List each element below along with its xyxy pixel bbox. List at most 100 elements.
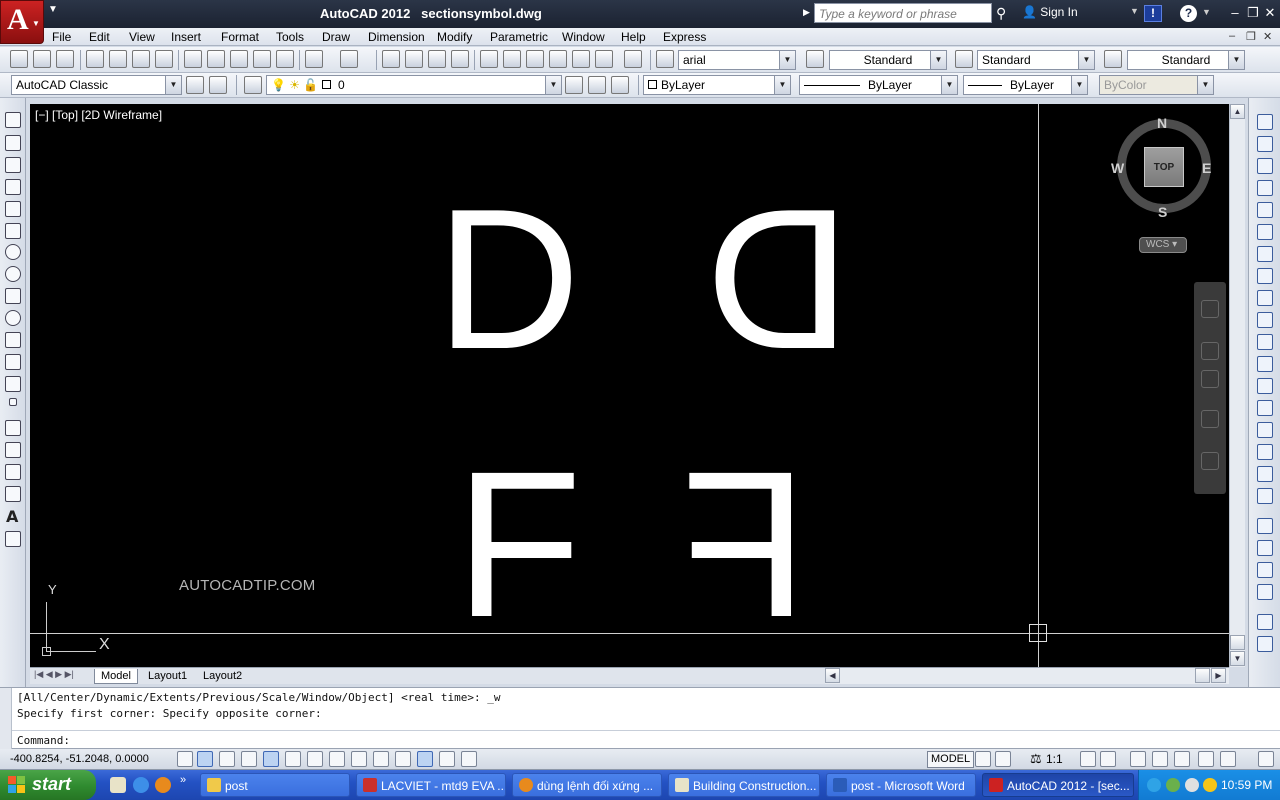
copy-icon[interactable]	[207, 50, 225, 68]
grid-display-icon[interactable]	[219, 751, 235, 767]
text-style-font-select[interactable]: arial ▼	[678, 50, 796, 70]
menu-window[interactable]: Window	[562, 30, 605, 44]
scroll-thumb-horizontal[interactable]	[1195, 668, 1210, 683]
extend-icon[interactable]	[1257, 334, 1273, 350]
redo-icon[interactable]	[340, 50, 358, 68]
new-icon[interactable]	[10, 50, 28, 68]
doc-restore-icon[interactable]: ❐	[1246, 30, 1256, 43]
scroll-down-icon[interactable]: ▼	[1230, 651, 1245, 666]
command-input[interactable]: Command:	[12, 730, 1280, 749]
line-icon[interactable]	[5, 112, 21, 128]
model-space-button[interactable]: MODEL	[927, 751, 975, 768]
orbit-icon[interactable]	[1201, 410, 1219, 428]
annotation-scale[interactable]: 1:1	[1046, 752, 1063, 766]
tab-model[interactable]: Model	[94, 669, 138, 684]
command-window-grip[interactable]	[0, 688, 12, 750]
clean-screen-icon[interactable]	[1258, 751, 1274, 767]
menu-dimension[interactable]: Dimension	[368, 30, 425, 44]
info-center-button[interactable]: !	[1144, 5, 1162, 22]
workspace-select[interactable]: AutoCAD Classic ▼	[11, 75, 182, 95]
object-snap-tracking-icon[interactable]	[329, 751, 345, 767]
text-style-select[interactable]: Standard ▼	[829, 50, 947, 70]
task-post-folder[interactable]: post	[200, 773, 350, 797]
make-current-layer-icon[interactable]	[565, 76, 583, 94]
search-input[interactable]: Type a keyword or phrase	[814, 3, 992, 23]
text-object-f[interactable]: F	[455, 441, 582, 649]
hardware-acceleration-icon[interactable]	[1174, 751, 1190, 767]
copy-object-icon[interactable]	[1257, 136, 1273, 152]
layer-select[interactable]: 💡 ☀ 🔓 0 ▼	[266, 75, 562, 95]
viewcube-top-face[interactable]: TOP	[1144, 147, 1184, 187]
toolbar-lock-icon[interactable]	[1152, 751, 1168, 767]
zoom-window-icon[interactable]	[428, 50, 446, 68]
internet-explorer-icon[interactable]	[133, 777, 149, 793]
annotation-visibility-icon[interactable]	[1080, 751, 1096, 767]
dimension-style-icon[interactable]	[806, 50, 824, 68]
help-icon[interactable]	[624, 50, 642, 68]
network-icon[interactable]	[1166, 778, 1180, 792]
firefox-quicklaunch-icon[interactable]	[155, 777, 171, 793]
chamfer-icon[interactable]	[1257, 422, 1273, 438]
design-center-icon[interactable]	[503, 50, 521, 68]
stretch-icon[interactable]	[1257, 290, 1273, 306]
transparency-icon[interactable]	[417, 751, 433, 767]
help-button[interactable]: ?	[1180, 5, 1197, 22]
properties-icon[interactable]	[480, 50, 498, 68]
infer-constraints-icon[interactable]	[177, 751, 193, 767]
spline-icon[interactable]	[5, 288, 21, 304]
color-select[interactable]: ByLayer ▼	[643, 75, 791, 95]
wcs-menu[interactable]: WCS ▾	[1139, 237, 1187, 253]
showmotion-icon[interactable]	[1201, 452, 1219, 470]
region-icon[interactable]	[5, 464, 21, 480]
task-firefox[interactable]: dùng lệnh đối xứng ...	[512, 773, 662, 797]
doc-close-icon[interactable]: ✕	[1263, 30, 1272, 43]
menu-draw[interactable]: Draw	[322, 30, 350, 44]
cursor-coordinates[interactable]: -400.8254, -51.2048, 0.0000	[10, 753, 149, 765]
minimize-icon[interactable]: –	[1228, 5, 1242, 20]
menu-insert[interactable]: Insert	[171, 30, 201, 44]
plot-preview-icon[interactable]	[109, 50, 127, 68]
edit-block-icon[interactable]	[1257, 636, 1273, 652]
scroll-up-icon[interactable]: ▲	[1230, 104, 1245, 119]
table-style-icon[interactable]	[955, 50, 973, 68]
pan-hand-icon[interactable]	[1201, 342, 1219, 360]
paste-icon[interactable]	[230, 50, 248, 68]
zoom-realtime-icon[interactable]	[405, 50, 423, 68]
sign-in-button[interactable]: 👤 Sign In	[1022, 5, 1078, 19]
viewport-controls-label[interactable]: [−] [Top] [2D Wireframe]	[35, 108, 162, 122]
volume-icon[interactable]	[1185, 778, 1199, 792]
menu-format[interactable]: Format	[221, 30, 259, 44]
quick-view-layouts-icon[interactable]	[975, 751, 991, 767]
linetype-select[interactable]: ByLayer ▼	[799, 75, 958, 95]
text-object-d[interactable]: D	[436, 180, 580, 380]
rotate-icon[interactable]	[1257, 246, 1273, 262]
dimension-style-select[interactable]: Standard ▼	[977, 50, 1095, 70]
more-quicklaunch-icon[interactable]: »	[180, 774, 186, 786]
close-icon[interactable]: ✕	[1263, 5, 1277, 21]
ellipse-arc-icon[interactable]	[5, 332, 21, 348]
publish-icon[interactable]	[132, 50, 150, 68]
circle-icon[interactable]	[5, 244, 21, 260]
blend-curves-icon[interactable]	[1257, 466, 1273, 482]
quick-access-dropdown-icon[interactable]: ▼	[48, 4, 58, 15]
dynamic-ucs-icon[interactable]	[351, 751, 367, 767]
tray-expand-icon[interactable]	[1147, 778, 1161, 792]
save-icon[interactable]	[56, 50, 74, 68]
task-word[interactable]: post - Microsoft Word	[826, 773, 976, 797]
cut-icon[interactable]	[184, 50, 202, 68]
layer-on-bulb-icon[interactable]: 💡	[271, 78, 286, 92]
polyline-icon[interactable]	[5, 157, 21, 173]
multiline-text-icon[interactable]: A	[6, 507, 18, 526]
binoculars-icon[interactable]: ⚲	[996, 5, 1006, 22]
selection-cycling-icon[interactable]	[461, 751, 477, 767]
scroll-thumb[interactable]	[1230, 635, 1245, 650]
clock[interactable]: 10:59 PM	[1221, 778, 1272, 792]
make-block-icon[interactable]	[5, 376, 21, 392]
ellipse-icon[interactable]	[5, 310, 21, 326]
layer-thaw-sun-icon[interactable]: ☀	[289, 78, 300, 92]
quick-view-drawings-icon[interactable]	[995, 751, 1011, 767]
insert-block-icon[interactable]	[5, 354, 21, 370]
arc-icon[interactable]	[5, 223, 21, 239]
scale-icon[interactable]	[1257, 268, 1273, 284]
layer-unlock-icon[interactable]: 🔓	[303, 78, 318, 92]
